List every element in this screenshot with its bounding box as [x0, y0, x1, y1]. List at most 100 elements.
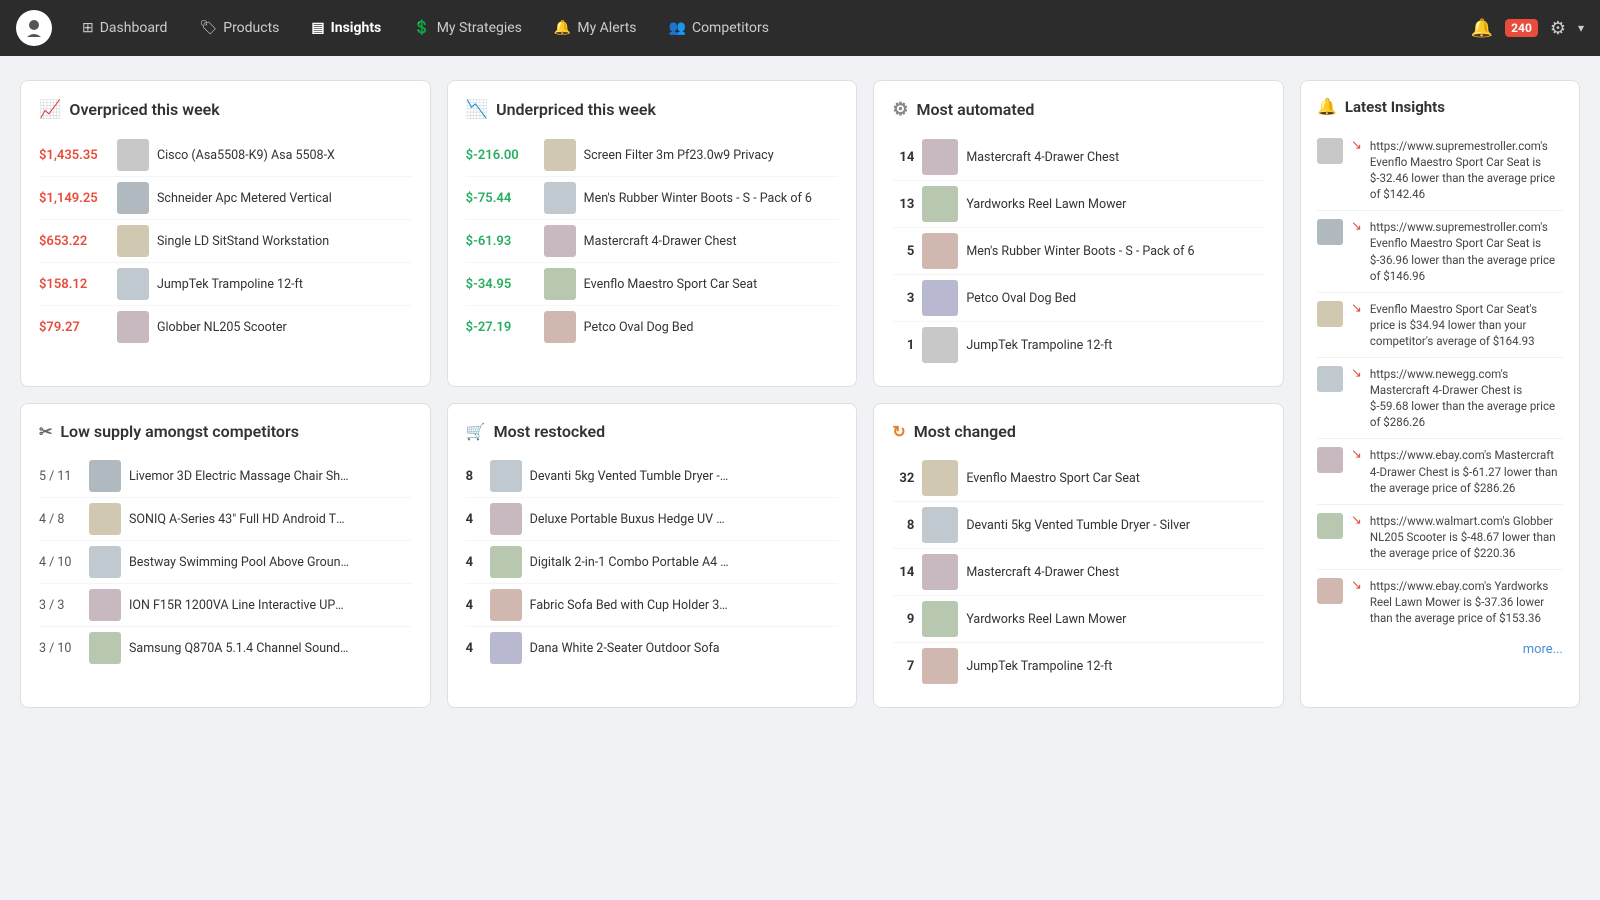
nav-item-competitors[interactable]: 👥 Competitors — [655, 12, 783, 44]
supply-name: Bestway Swimming Pool Above Ground Pools… — [129, 555, 349, 570]
restock-item[interactable]: 4 Dana White 2-Seater Outdoor Sofa — [466, 627, 839, 669]
overpriced-name: Single LD SitStand Workstation — [157, 234, 329, 249]
overpriced-item[interactable]: $79.27 Globber NL205 Scooter — [39, 306, 412, 348]
nav-label-competitors: Competitors — [692, 20, 769, 36]
profile-dropdown-arrow[interactable]: ▾ — [1578, 21, 1584, 35]
automated-item[interactable]: 3 Petco Oval Dog Bed — [892, 275, 1265, 322]
underpriced-name: Evenflo Maestro Sport Car Seat — [584, 277, 758, 292]
restock-name: Digitalk 2-in-1 Combo Portable A4 1200DP… — [530, 555, 730, 570]
nav-item-products[interactable]: 🏷 Products — [185, 12, 293, 44]
bell-button[interactable]: 🔔 — [1471, 18, 1493, 39]
changed-item[interactable]: 32 Evenflo Maestro Sport Car Seat — [892, 455, 1265, 502]
insights-icon: ▤ — [311, 20, 324, 36]
automated-count: 13 — [892, 197, 914, 212]
latest-insights-card: 🔔 Latest Insights ↘ https://www.supremes… — [1300, 80, 1580, 708]
more-insights-link[interactable]: more... — [1317, 642, 1563, 657]
changed-item[interactable]: 8 Devanti 5kg Vented Tumble Dryer - Silv… — [892, 502, 1265, 549]
insight-thumb — [1317, 578, 1343, 604]
changed-count: 9 — [892, 612, 914, 627]
underpriced-item[interactable]: $-27.19 Petco Oval Dog Bed — [466, 306, 839, 348]
latest-insights-title: 🔔 Latest Insights — [1317, 97, 1563, 116]
supply-name: SONIQ A-Series 43" Full HD Android TV - … — [129, 512, 349, 527]
insight-thumb — [1317, 366, 1343, 392]
supply-item[interactable]: 5 / 11 Livemor 3D Electric Massage Chair… — [39, 455, 412, 498]
overpriced-item[interactable]: $1,149.25 Schneider Apc Metered Vertical — [39, 177, 412, 220]
underpriced-item[interactable]: $-216.00 Screen Filter 3m Pf23.0w9 Priva… — [466, 134, 839, 177]
changed-name: JumpTek Trampoline 12-ft — [966, 659, 1112, 674]
supply-name: ION F15R 1200VA Line Interactive UPS 1RU… — [129, 598, 349, 613]
insight-item[interactable]: ↘ https://www.supremestroller.com's Even… — [1317, 130, 1563, 211]
underpriced-name: Petco Oval Dog Bed — [584, 320, 694, 335]
automated-item[interactable]: 13 Yardworks Reel Lawn Mower — [892, 181, 1265, 228]
insight-item[interactable]: ↘ https://www.supremestroller.com's Even… — [1317, 211, 1563, 292]
insight-item[interactable]: ↘ https://www.ebay.com's Yardworks Reel … — [1317, 570, 1563, 634]
overpriced-item[interactable]: $158.12 JumpTek Trampoline 12-ft — [39, 263, 412, 306]
overpriced-price: $1,435.35 — [39, 148, 109, 163]
nav-item-my-alerts[interactable]: 🔔 My Alerts — [540, 12, 651, 44]
supply-item[interactable]: 4 / 8 SONIQ A-Series 43" Full HD Android… — [39, 498, 412, 541]
restock-list: 8 Devanti 5kg Vented Tumble Dryer - Silv… — [466, 455, 839, 669]
underpriced-price: $-27.19 — [466, 320, 536, 335]
underpriced-name: Mastercraft 4-Drawer Chest — [584, 234, 737, 249]
insight-text: https://www.ebay.com's Yardworks Reel La… — [1370, 578, 1563, 626]
dashboard-icon: ⊞ — [82, 20, 94, 36]
insights-list: ↘ https://www.supremestroller.com's Even… — [1317, 130, 1563, 634]
settings-button[interactable]: ⚙ — [1550, 18, 1566, 39]
low-supply-title: ✂ Low supply amongst competitors — [39, 422, 412, 441]
competitors-icon: 👥 — [669, 20, 686, 36]
supply-item[interactable]: 3 / 10 Samsung Q870A 5.1.4 Channel Sound… — [39, 627, 412, 669]
automated-item[interactable]: 5 Men's Rubber Winter Boots - S - Pack o… — [892, 228, 1265, 275]
nav-item-dashboard[interactable]: ⊞ Dashboard — [68, 12, 181, 44]
changed-item[interactable]: 7 JumpTek Trampoline 12-ft — [892, 643, 1265, 689]
insight-thumb — [1317, 138, 1343, 164]
underpriced-card: 📉 Underpriced this week $-216.00 Screen … — [447, 80, 858, 387]
underpriced-title: 📉 Underpriced this week — [466, 99, 839, 120]
changed-item[interactable]: 14 Mastercraft 4-Drawer Chest — [892, 549, 1265, 596]
overpriced-item[interactable]: $653.22 Single LD SitStand Workstation — [39, 220, 412, 263]
nav-label-dashboard: Dashboard — [100, 20, 168, 36]
changed-name: Mastercraft 4-Drawer Chest — [966, 565, 1119, 580]
insight-item[interactable]: ↘ https://www.ebay.com's Mastercraft 4-D… — [1317, 439, 1563, 504]
products-icon: 🏷 — [199, 20, 217, 36]
overpriced-item[interactable]: $1,435.35 Cisco (Asa5508-K9) Asa 5508-X — [39, 134, 412, 177]
changed-item[interactable]: 9 Yardworks Reel Lawn Mower — [892, 596, 1265, 643]
overpriced-card: 📈 Overpriced this week $1,435.35 Cisco (… — [20, 80, 431, 387]
automated-list: 14 Mastercraft 4-Drawer Chest 13 Yardwor… — [892, 134, 1265, 368]
nav-item-insights[interactable]: ▤ Insights — [297, 12, 395, 44]
changed-count: 32 — [892, 471, 914, 486]
app-logo — [16, 10, 52, 46]
insight-item[interactable]: ↘ Evenflo Maestro Sport Car Seat's price… — [1317, 293, 1563, 358]
restock-count: 4 — [466, 555, 482, 570]
restocked-icon: 🛒 — [466, 422, 486, 441]
low-supply-icon: ✂ — [39, 422, 52, 441]
supply-ratio: 3 / 10 — [39, 641, 81, 656]
automated-item[interactable]: 1 JumpTek Trampoline 12-ft — [892, 322, 1265, 368]
restock-item[interactable]: 4 Digitalk 2-in-1 Combo Portable A4 1200… — [466, 541, 839, 584]
overpriced-list: $1,435.35 Cisco (Asa5508-K9) Asa 5508-X … — [39, 134, 412, 348]
underpriced-price: $-34.95 — [466, 277, 536, 292]
underpriced-item[interactable]: $-34.95 Evenflo Maestro Sport Car Seat — [466, 263, 839, 306]
insight-text: https://www.supremestroller.com's Evenfl… — [1370, 138, 1563, 202]
insight-item[interactable]: ↘ https://www.walmart.com's Globber NL20… — [1317, 505, 1563, 570]
supply-item[interactable]: 4 / 10 Bestway Swimming Pool Above Groun… — [39, 541, 412, 584]
underpriced-item[interactable]: $-61.93 Mastercraft 4-Drawer Chest — [466, 220, 839, 263]
automated-count: 1 — [892, 338, 914, 353]
insight-down-arrow: ↘ — [1351, 578, 1362, 626]
insight-thumb — [1317, 219, 1343, 245]
supply-item[interactable]: 3 / 3 ION F15R 1200VA Line Interactive U… — [39, 584, 412, 627]
underpriced-item[interactable]: $-75.44 Men's Rubber Winter Boots - S - … — [466, 177, 839, 220]
nav-item-my-strategies[interactable]: 💲 My Strategies — [399, 12, 536, 44]
restock-item[interactable]: 8 Devanti 5kg Vented Tumble Dryer - Silv… — [466, 455, 839, 498]
supply-ratio: 3 / 3 — [39, 598, 81, 613]
restock-item[interactable]: 4 Fabric Sofa Bed with Cup Holder 3 Seat… — [466, 584, 839, 627]
overpriced-price: $1,149.25 — [39, 191, 109, 206]
automated-item[interactable]: 14 Mastercraft 4-Drawer Chest — [892, 134, 1265, 181]
underpriced-name: Men's Rubber Winter Boots - S - Pack of … — [584, 191, 812, 206]
changed-name: Evenflo Maestro Sport Car Seat — [966, 471, 1140, 486]
insight-item[interactable]: ↘ https://www.newegg.com's Mastercraft 4… — [1317, 358, 1563, 439]
insight-down-arrow: ↘ — [1351, 366, 1362, 430]
alerts-icon: 🔔 — [554, 20, 571, 36]
supply-name: Livemor 3D Electric Massage Chair Shiats… — [129, 469, 349, 484]
restock-item[interactable]: 4 Deluxe Portable Buxus Hedge UV Resista… — [466, 498, 839, 541]
overpriced-name: Globber NL205 Scooter — [157, 320, 287, 335]
